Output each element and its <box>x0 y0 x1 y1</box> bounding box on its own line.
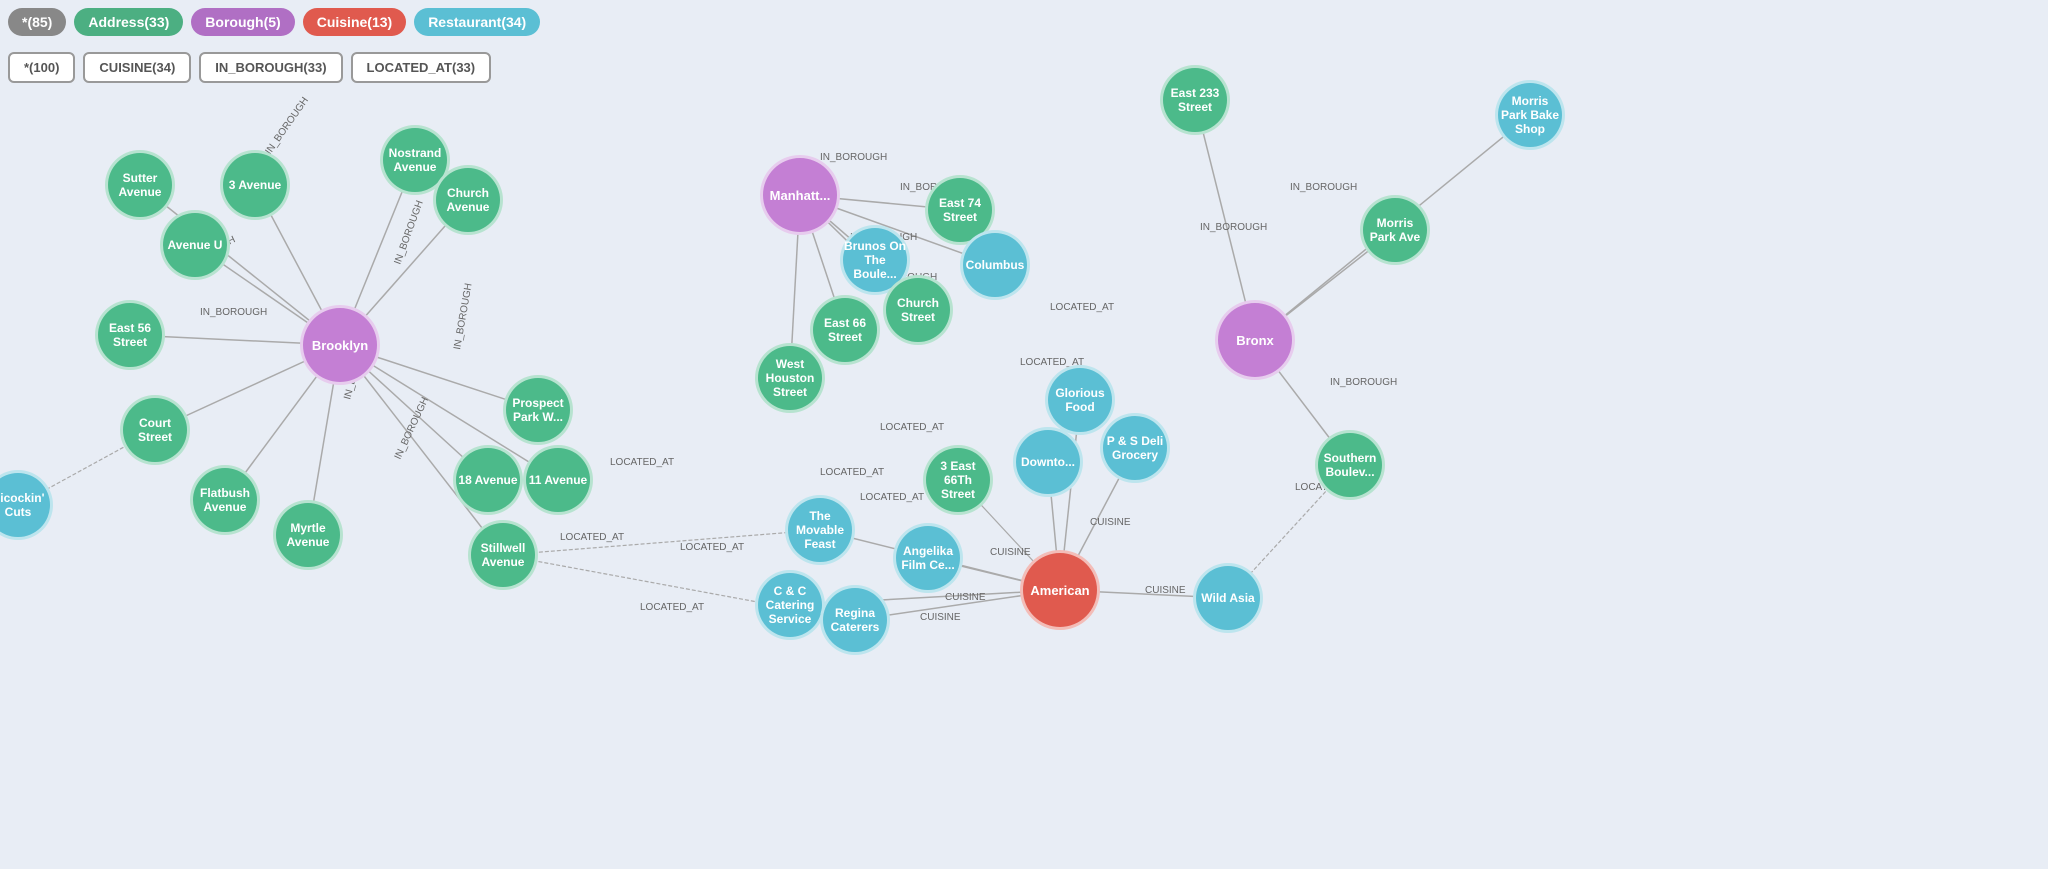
svg-text:LOCATED_AT: LOCATED_AT <box>560 532 624 543</box>
filter-cuisine[interactable]: Cuisine(13) <box>303 8 406 36</box>
filter-bar-bottom: *(100) CUISINE(34) IN_BOROUGH(33) LOCATE… <box>8 52 491 83</box>
node-11_avenue[interactable]: 11 Avenue <box>523 445 593 515</box>
svg-text:LOCATED_AT: LOCATED_AT <box>680 542 744 553</box>
svg-text:LOCATED_AT: LOCATED_AT <box>610 457 674 468</box>
svg-text:CUISINE: CUISINE <box>920 612 961 623</box>
svg-text:LOCATED_AT: LOCATED_AT <box>880 422 944 433</box>
node-myrtle_ave[interactable]: Myrtle Avenue <box>273 500 343 570</box>
node-morris_park[interactable]: Morris Park Ave <box>1360 195 1430 265</box>
node-flatbush[interactable]: Flatbush Avenue <box>190 465 260 535</box>
node-3_east_66[interactable]: 3 East 66Th Street <box>923 445 993 515</box>
svg-text:CUISINE: CUISINE <box>1090 517 1131 528</box>
node-3_avenue[interactable]: 3 Avenue <box>220 150 290 220</box>
node-angelika[interactable]: Angelika Film Ce... <box>893 523 963 593</box>
node-stillwell[interactable]: Stillwell Avenue <box>468 520 538 590</box>
node-east_233[interactable]: East 233 Street <box>1160 65 1230 135</box>
node-church_st[interactable]: Church Street <box>883 275 953 345</box>
node-regina[interactable]: Regina Caterers <box>820 585 890 655</box>
svg-text:IN_BOROUGH: IN_BOROUGH <box>1200 222 1267 233</box>
node-downtown[interactable]: Downto... <box>1013 427 1083 497</box>
node-bronx[interactable]: Bronx <box>1215 300 1295 380</box>
node-southern_blvd[interactable]: Southern Boulev... <box>1315 430 1385 500</box>
svg-text:LOCATED_AT: LOCATED_AT <box>640 602 704 613</box>
filter-count-all[interactable]: *(100) <box>8 52 75 83</box>
svg-text:IN_BOROUGH: IN_BOROUGH <box>1330 377 1397 388</box>
node-american[interactable]: American <box>1020 550 1100 630</box>
filter-cuisine-count[interactable]: CUISINE(34) <box>83 52 191 83</box>
node-court_st[interactable]: Court Street <box>120 395 190 465</box>
node-columbus[interactable]: Columbus <box>960 230 1030 300</box>
node-wild_asia[interactable]: Wild Asia <box>1193 563 1263 633</box>
svg-text:IN_BOROUGH: IN_BOROUGH <box>820 152 887 163</box>
filter-restaurant[interactable]: Restaurant(34) <box>414 8 540 36</box>
node-sutter_ave[interactable]: Sutter Avenue <box>105 150 175 220</box>
node-church_ave_bk[interactable]: Church Avenue <box>433 165 503 235</box>
node-west_houston[interactable]: West Houston Street <box>755 343 825 413</box>
node-avenue_u[interactable]: Avenue U <box>160 210 230 280</box>
svg-text:IN_BOROUGH: IN_BOROUGH <box>393 396 431 462</box>
filter-borough[interactable]: Borough(5) <box>191 8 294 36</box>
node-movable_feast[interactable]: The Movable Feast <box>785 495 855 565</box>
svg-text:LOCATED_AT: LOCATED_AT <box>1050 302 1114 313</box>
filter-in-borough-count[interactable]: IN_BOROUGH(33) <box>199 52 342 83</box>
node-east56[interactable]: East 56 Street <box>95 300 165 370</box>
node-prospect_pk[interactable]: Prospect Park W... <box>503 375 573 445</box>
svg-text:IN_BOROUGH: IN_BOROUGH <box>392 199 425 266</box>
graph-canvas: IN_BOROUGH IN_BOROUGH IN_BOROUGH IN_BORO… <box>0 0 2048 869</box>
svg-text:CUISINE: CUISINE <box>1145 585 1186 596</box>
filter-all[interactable]: *(85) <box>8 8 66 36</box>
node-brooklyn[interactable]: Brooklyn <box>300 305 380 385</box>
svg-text:IN_BOROUGH: IN_BOROUGH <box>1290 182 1357 193</box>
filter-address[interactable]: Address(33) <box>74 8 183 36</box>
svg-text:IN_BOROUGH: IN_BOROUGH <box>200 307 267 318</box>
filter-located-at-count[interactable]: LOCATED_AT(33) <box>351 52 492 83</box>
svg-text:IN_BOROUGH: IN_BOROUGH <box>452 282 475 350</box>
node-glorious_food[interactable]: Glorious Food <box>1045 365 1115 435</box>
node-morris_park_bake[interactable]: Morris Park Bake Shop <box>1495 80 1565 150</box>
node-pns_deli[interactable]: P & S Deli Grocery <box>1100 413 1170 483</box>
node-east66[interactable]: East 66 Street <box>810 295 880 365</box>
node-manhattan[interactable]: Manhatt... <box>760 155 840 235</box>
svg-text:CUISINE: CUISINE <box>945 592 986 603</box>
svg-text:LOCATED_AT: LOCATED_AT <box>860 492 924 503</box>
filter-bar-top: *(85) Address(33) Borough(5) Cuisine(13)… <box>8 8 540 36</box>
svg-text:CUISINE: CUISINE <box>990 547 1031 558</box>
svg-text:LOCATED_AT: LOCATED_AT <box>820 467 884 478</box>
node-18_avenue[interactable]: 18 Avenue <box>453 445 523 515</box>
svg-text:IN_BOROUGH: IN_BOROUGH <box>263 95 311 156</box>
node-cc_catering[interactable]: C & C Catering Service <box>755 570 825 640</box>
